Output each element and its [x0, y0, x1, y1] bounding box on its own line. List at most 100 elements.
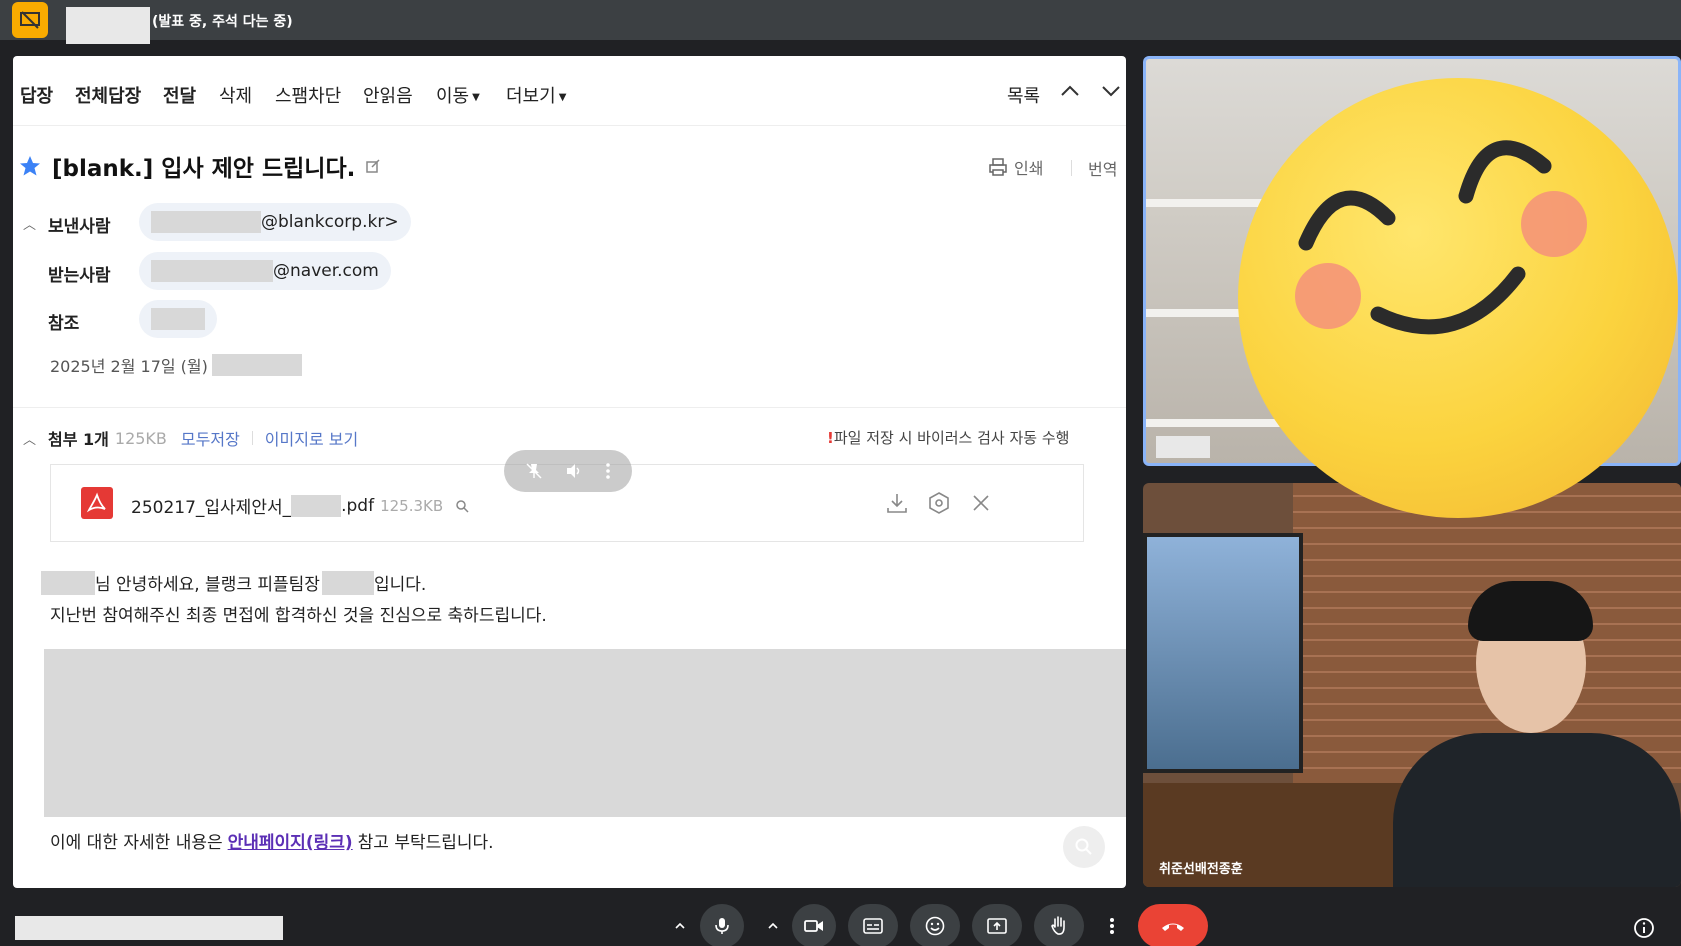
redacted-block	[321, 570, 374, 595]
cloud-save-icon[interactable]	[926, 490, 952, 516]
mail-date: 2025년 2월 17일 (월)	[50, 353, 302, 377]
microphone-icon	[715, 918, 729, 934]
unpin-icon[interactable]	[525, 462, 543, 480]
list-button[interactable]: 목록	[1007, 82, 1040, 108]
divider	[251, 431, 253, 445]
greeting-part2: 입니다.	[373, 575, 427, 595]
open-new-window-icon[interactable]	[365, 158, 381, 174]
redacted-block	[151, 308, 205, 330]
sender-domain: @blankcorp.kr>	[261, 212, 399, 232]
chevron-up-icon[interactable]	[1057, 78, 1083, 104]
sender-address[interactable]: @blankcorp.kr>	[139, 203, 411, 241]
smiling-emoji-overlay	[1238, 78, 1678, 518]
reactions-button[interactable]	[910, 904, 960, 946]
redacted-block	[211, 354, 302, 376]
chevron-up-icon	[675, 922, 685, 929]
line3-before: 이에 대한 자세한 내용은	[50, 833, 223, 853]
info-icon[interactable]	[1632, 916, 1656, 940]
redacted-block	[41, 570, 95, 595]
video-options-button[interactable]	[753, 904, 793, 946]
caret-down-icon: ▼	[472, 91, 480, 103]
reply-all-button[interactable]: 전체답장	[75, 82, 141, 108]
attachment-total-size: 125KB	[114, 428, 167, 448]
video-camera-icon	[804, 920, 823, 932]
attachment-count: 첨부 1개	[48, 430, 109, 449]
captions-button[interactable]	[848, 904, 898, 946]
participant-tile[interactable]: 취준선배전종훈	[1143, 483, 1681, 887]
recipient-domain: @naver.com	[273, 261, 379, 281]
leave-call-button[interactable]	[1138, 904, 1208, 946]
attachment-file-name[interactable]: 250217_입사제안서_ .pdf 125.3KB	[131, 493, 469, 518]
hang-up-icon	[1162, 923, 1184, 931]
print-button[interactable]: 인쇄	[988, 155, 1043, 179]
greeting-part1: 님 안녕하세요, 블랭크 피플팀장	[95, 575, 320, 595]
window	[1143, 533, 1303, 773]
collapse-attachments-icon[interactable]: ︿	[23, 429, 36, 448]
mail-subject: [blank.] 입사 제안 드립니다.	[52, 156, 356, 182]
presenting-status: (발표 중, 주석 다는 중)	[152, 14, 293, 30]
search-icon[interactable]	[455, 499, 469, 513]
line3-after: 참고 부탁드립니다.	[357, 833, 494, 853]
delete-button[interactable]: 삭제	[219, 82, 252, 108]
presenter-name-redacted	[66, 7, 150, 44]
shared-email-window: 답장 전체답장 전달 삭제 스팸차단 안읽음 이동 ▼ 더보기 ▼ 목록 [blan…	[13, 56, 1126, 888]
presenting-icon[interactable]	[12, 2, 48, 38]
participant-name-redacted	[1156, 436, 1210, 458]
more-vert-icon[interactable]	[605, 462, 611, 480]
star-icon[interactable]	[18, 154, 42, 178]
meeting-top-bar: (발표 중, 주석 다는 중)	[0, 0, 1681, 44]
date-text: 2025년 2월 17일 (월)	[50, 357, 208, 376]
file-size: 125.3KB	[380, 496, 444, 515]
guide-page-link[interactable]: 안내페이지(링크)	[228, 828, 353, 853]
translate-button[interactable]: 번역	[1088, 156, 1117, 180]
save-all-link[interactable]: 모두저장	[181, 426, 240, 450]
captions-icon	[863, 918, 883, 934]
audio-options-button[interactable]	[660, 904, 700, 946]
download-icon[interactable]	[884, 490, 910, 516]
cc-address[interactable]	[139, 300, 217, 338]
caret-down-icon: ▼	[558, 91, 567, 103]
hand-icon	[1051, 916, 1065, 935]
body-greeting: 님 안녕하세요, 블랭크 피플팀장 입니다.	[41, 570, 426, 595]
virus-scan-text: 파일 저장 시 바이러스 검사 자동 수행	[833, 429, 1070, 447]
close-icon[interactable]	[968, 490, 994, 516]
body-line-3: 이에 대한 자세한 내용은 안내페이지(링크) 참고 부탁드립니다.	[50, 828, 494, 853]
virus-scan-notice: !파일 저장 시 바이러스 검사 자동 수행	[827, 427, 1069, 448]
divider	[13, 407, 1126, 408]
emoji-icon	[925, 916, 945, 936]
spam-block-button[interactable]: 스팸차단	[275, 82, 341, 108]
file-name-prefix: 250217_입사제안서_	[131, 498, 292, 518]
cc-label: 참조	[48, 314, 80, 334]
more-options-button[interactable]	[1092, 904, 1132, 946]
camera-button[interactable]	[792, 904, 836, 946]
pdf-file-icon	[81, 487, 113, 519]
subject-row: [blank.] 입사 제안 드립니다.	[18, 151, 381, 182]
chevron-down-icon[interactable]	[1098, 78, 1124, 104]
present-screen-icon	[987, 918, 1007, 934]
collapse-header-icon[interactable]: ︿	[23, 214, 36, 233]
volume-icon[interactable]	[565, 462, 583, 480]
redacted-content-block	[44, 649, 1126, 817]
present-screen-button[interactable]	[972, 904, 1022, 946]
mark-unread-button[interactable]: 안읽음	[363, 82, 413, 108]
zoom-button[interactable]	[1063, 826, 1105, 868]
participant-hair	[1468, 581, 1593, 641]
more-dropdown[interactable]: 더보기 ▼	[506, 82, 566, 108]
more-vert-icon	[1110, 918, 1114, 934]
recipient-label: 받는사람	[48, 266, 111, 286]
move-label: 이동	[436, 86, 470, 107]
move-dropdown[interactable]: 이동 ▼	[436, 82, 480, 108]
forward-button[interactable]: 전달	[163, 82, 196, 108]
meeting-title-redacted	[15, 916, 283, 940]
view-as-image-link[interactable]: 이미지로 보기	[265, 426, 358, 450]
zoom-in-icon	[1075, 838, 1092, 855]
reply-button[interactable]: 답장	[20, 82, 53, 108]
sender-label: 보낸사람	[48, 217, 111, 237]
participant-name: 취준선배전종훈	[1159, 862, 1243, 877]
mail-toolbar: 답장 전체답장 전달 삭제 스팸차단 안읽음 이동 ▼ 더보기 ▼ 목록	[13, 56, 1126, 126]
attachment-row: ︿ 첨부 1개 125KB 모두저장 이미지로 보기	[23, 426, 358, 450]
microphone-button[interactable]	[700, 904, 744, 946]
raise-hand-button[interactable]	[1034, 904, 1084, 946]
recipient-address[interactable]: @naver.com	[139, 252, 391, 290]
print-label: 인쇄	[1014, 159, 1044, 178]
